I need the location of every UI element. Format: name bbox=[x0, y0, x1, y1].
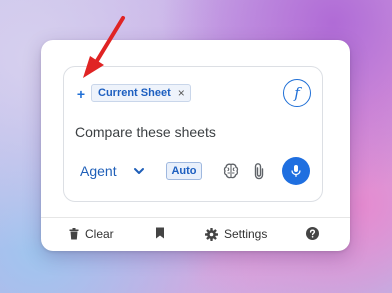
clear-label: Clear bbox=[85, 227, 114, 241]
chevron-down-icon bbox=[133, 168, 144, 174]
footer-divider bbox=[41, 217, 350, 218]
help-button[interactable] bbox=[306, 227, 319, 240]
auto-toggle[interactable]: Auto bbox=[166, 162, 202, 180]
assistant-panel: + Current Sheet × f Compare these sheets… bbox=[41, 40, 350, 251]
paperclip-icon[interactable] bbox=[252, 162, 266, 180]
gear-icon bbox=[205, 227, 218, 241]
prompt-input[interactable]: Compare these sheets bbox=[75, 124, 216, 140]
microphone-icon bbox=[291, 165, 301, 177]
close-icon[interactable]: × bbox=[178, 87, 185, 99]
add-context-button[interactable]: + bbox=[75, 87, 87, 101]
context-chip-current-sheet[interactable]: Current Sheet × bbox=[91, 84, 191, 102]
function-icon[interactable]: f bbox=[283, 79, 311, 107]
bookmark-icon bbox=[156, 227, 164, 239]
help-icon bbox=[306, 227, 319, 240]
clear-button[interactable]: Clear bbox=[69, 227, 114, 241]
settings-label: Settings bbox=[224, 227, 268, 241]
trash-icon bbox=[69, 228, 79, 240]
bookmark-button[interactable] bbox=[155, 227, 165, 239]
voice-input-button[interactable] bbox=[282, 157, 310, 185]
context-chip-label: Current Sheet bbox=[98, 87, 171, 99]
settings-button[interactable]: Settings bbox=[205, 227, 267, 241]
brain-icon[interactable] bbox=[222, 162, 240, 180]
mode-label: Agent bbox=[80, 163, 117, 179]
composer-card: + Current Sheet × f Compare these sheets… bbox=[63, 66, 323, 202]
mode-select[interactable]: Agent bbox=[80, 163, 145, 179]
